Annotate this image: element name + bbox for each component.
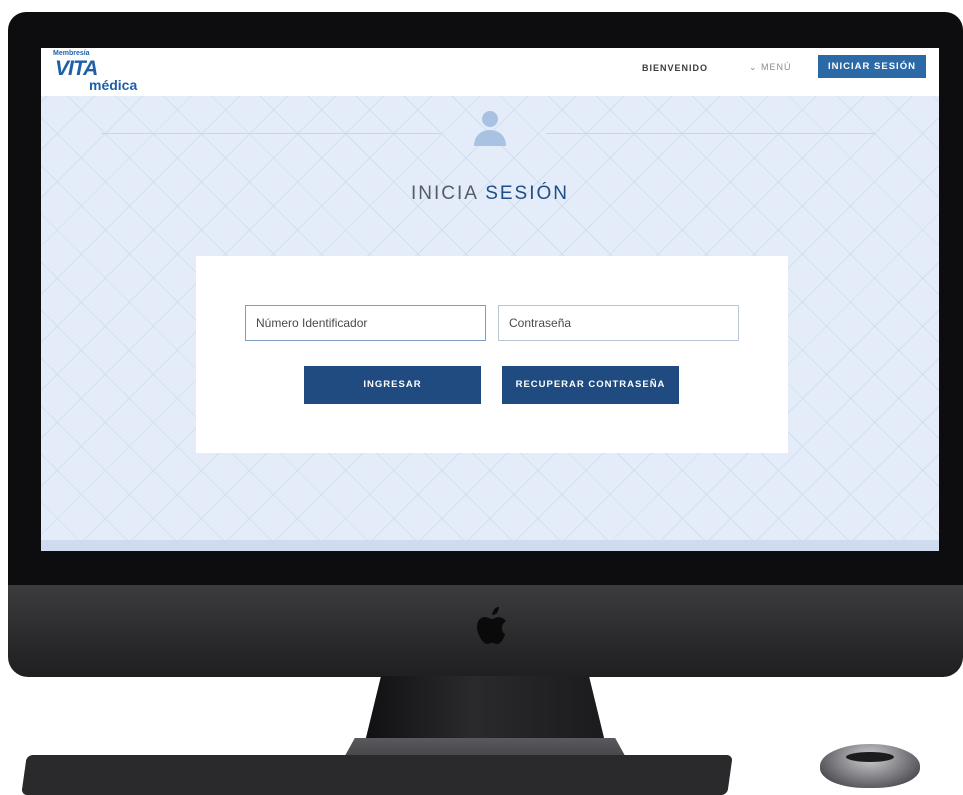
keyboard (21, 755, 733, 795)
password-input[interactable] (498, 305, 739, 341)
logo-sub: médica (89, 77, 138, 93)
page-title: INICIA SESIÓN (41, 183, 939, 205)
mouse (820, 744, 920, 788)
id-number-input[interactable] (245, 305, 486, 341)
apple-logo-icon (477, 607, 506, 644)
title-part-2: SESIÓN (485, 183, 569, 204)
logo-tagline: Membresía (53, 50, 90, 57)
login-card: INGRESAR RECUPERAR CONTRASEÑA (196, 256, 788, 453)
screen: Membresía VITA médica BIENVENIDO ⌄ MENÚ … (41, 48, 939, 551)
divider-left (101, 133, 441, 134)
divider-right (546, 133, 876, 134)
nav-login-button[interactable]: INICIAR SESIÓN (818, 55, 926, 78)
nav-menu[interactable]: ⌄ MENÚ (749, 62, 792, 73)
nav-welcome[interactable]: BIENVENIDO (642, 63, 708, 73)
brand-logo[interactable]: Membresía VITA médica (53, 50, 153, 94)
title-part-1: INICIA (411, 183, 478, 204)
footer-band (41, 540, 939, 551)
user-avatar-icon (474, 111, 506, 146)
recover-password-button[interactable]: RECUPERAR CONTRASEÑA (502, 366, 679, 404)
submit-button[interactable]: INGRESAR (304, 366, 481, 404)
navbar: Membresía VITA médica BIENVENIDO ⌄ MENÚ … (41, 48, 939, 96)
